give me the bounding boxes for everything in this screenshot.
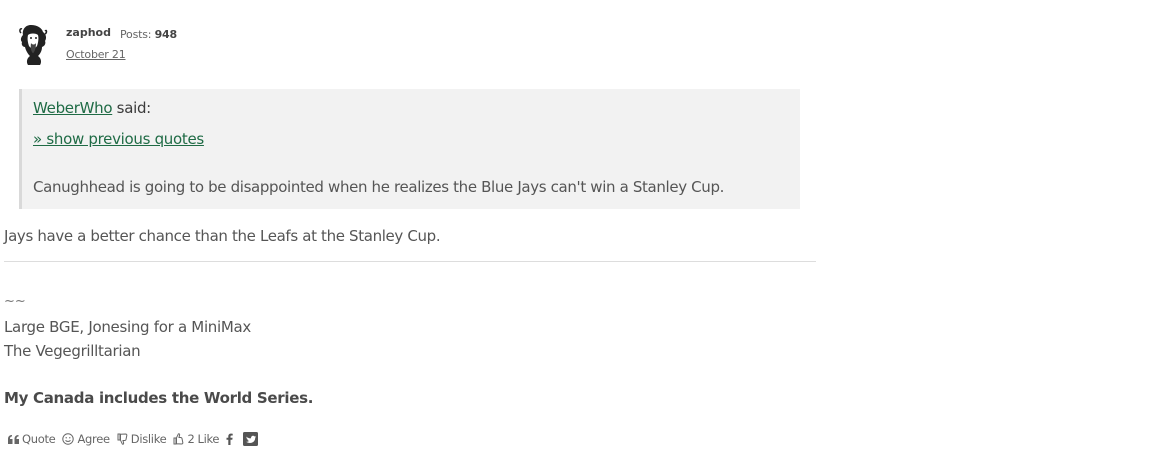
quote-author-link[interactable]: WeberWho xyxy=(33,99,113,117)
like-label: Like xyxy=(197,432,220,446)
dislike-label: Dislike xyxy=(130,432,167,446)
quote-icon xyxy=(8,434,19,444)
twitter-share-button[interactable] xyxy=(243,432,259,446)
facebook-icon xyxy=(226,433,233,445)
avatar[interactable] xyxy=(18,23,48,65)
twitter-icon xyxy=(243,432,259,446)
signature-line-1: Large BGE, Jonesing for a MiniMax xyxy=(4,318,251,336)
agree-button[interactable]: Agree xyxy=(62,432,110,446)
posts-count: Posts: 948 xyxy=(120,28,177,41)
like-button[interactable]: 2 Like xyxy=(173,432,219,446)
comment-date-link[interactable]: October 21 xyxy=(66,48,126,61)
comment-body: Jays have a better chance than the Leafs… xyxy=(4,227,441,245)
posts-label: Posts: xyxy=(120,28,152,41)
quote-button[interactable]: Quote xyxy=(8,432,56,446)
facebook-share-button[interactable] xyxy=(226,433,233,445)
thumbs-up-icon xyxy=(173,433,184,445)
like-count: 2 xyxy=(187,432,195,446)
thumbs-down-icon xyxy=(117,433,128,445)
quote-attribution: WeberWho said: xyxy=(33,99,151,117)
reaction-bar: Quote Agree Dislike 2 Like xyxy=(8,431,268,447)
quote-text: Canughhead is going to be disappointed w… xyxy=(33,178,725,196)
signature-tilde: ~~ xyxy=(4,294,26,309)
show-previous-quotes-link[interactable]: » show previous quotes xyxy=(33,130,204,148)
agree-label: Agree xyxy=(77,432,110,446)
signature-bold-line: My Canada includes the World Series. xyxy=(4,389,314,407)
quote-said-label: said: xyxy=(112,99,152,117)
signature-line-2: The Vegegrilltarian xyxy=(4,342,141,360)
smile-icon xyxy=(62,433,75,445)
quote-block: WeberWho said: » show previous quotes Ca… xyxy=(19,89,800,209)
signature-divider xyxy=(4,261,816,262)
quote-label: Quote xyxy=(22,432,56,446)
dislike-button[interactable]: Dislike xyxy=(117,432,167,446)
posts-number: 948 xyxy=(154,28,178,41)
author-name-link[interactable]: zaphod xyxy=(66,26,111,39)
